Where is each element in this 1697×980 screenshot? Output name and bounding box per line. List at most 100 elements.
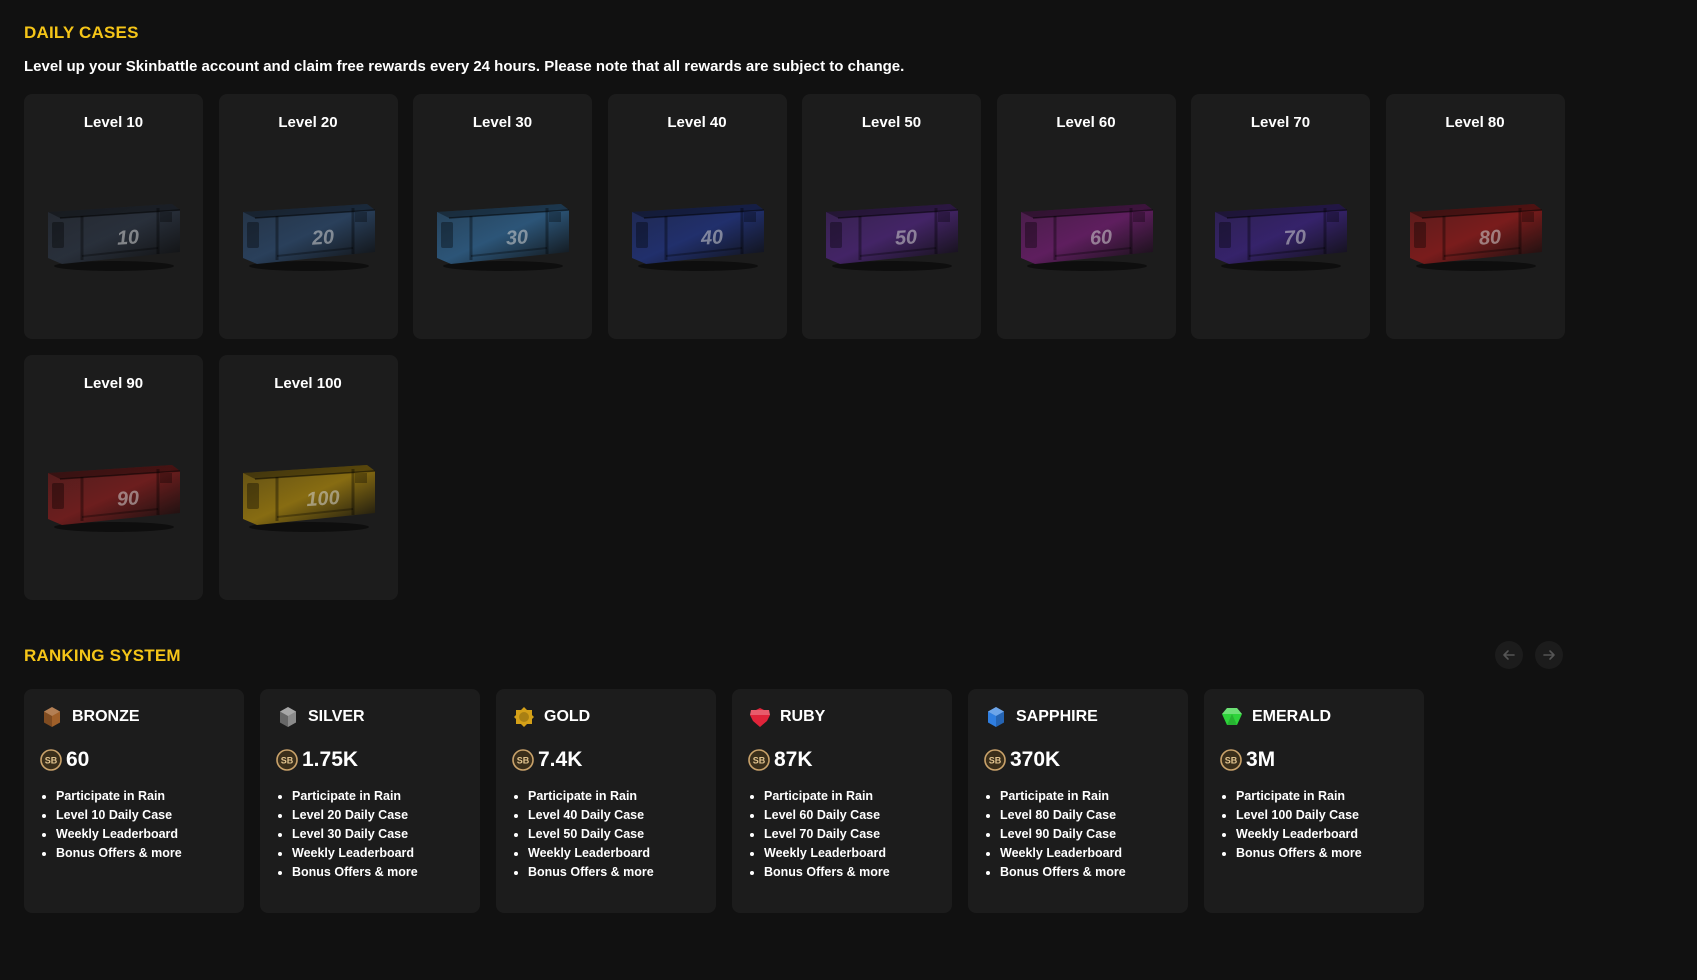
rank-card-bronze: BRONZE SB 60 Participate in RainLevel 10 Da…: [24, 689, 244, 913]
rank-perk-item: Bonus Offers & more: [1000, 863, 1172, 882]
rank-threshold: SB 370K: [984, 747, 1172, 773]
rank-perk-item: Participate in Rain: [1000, 787, 1172, 806]
case-image: 70: [1209, 192, 1353, 272]
rank-perk-item: Level 80 Daily Case: [1000, 806, 1172, 825]
rank-threshold: SB 60: [40, 747, 228, 773]
rank-perk-item: Participate in Rain: [292, 787, 464, 806]
rank-threshold-value: 87K: [774, 748, 813, 771]
rank-perk-item: Level 50 Daily Case: [528, 825, 700, 844]
daily-cases-title: DAILY CASES: [24, 23, 139, 42]
weapon-case-icon: 90: [48, 465, 181, 532]
case-number-text: 60: [1089, 226, 1113, 249]
rank-perk-item: Weekly Leaderboard: [292, 844, 464, 863]
sb-coin-icon: SB: [748, 749, 770, 771]
case-number-text: 20: [310, 226, 335, 250]
case-number-text: 10: [116, 226, 140, 249]
rank-name: RUBY: [780, 708, 826, 725]
rank-perk-item: Participate in Rain: [56, 787, 228, 806]
weapon-case-icon: 80: [1409, 204, 1542, 271]
gold-gem-icon: [514, 707, 534, 727]
rank-threshold-value: 7.4K: [538, 748, 583, 771]
case-image: 10: [42, 192, 186, 272]
case-image: 80: [1404, 192, 1548, 272]
case-image: 20: [237, 192, 381, 272]
daily-case-card[interactable]: Level 20 20: [218, 94, 398, 339]
case-level-label: Level 100: [274, 375, 342, 392]
rank-threshold-value: 1.75K: [302, 748, 359, 771]
rank-perk-item: Participate in Rain: [1236, 787, 1408, 806]
svg-text:SB: SB: [1225, 756, 1238, 766]
daily-case-card[interactable]: Level 90 90: [24, 355, 203, 600]
rank-name: BRONZE: [72, 708, 140, 725]
case-level-label: Level 90: [83, 375, 144, 392]
daily-case-card[interactable]: Level 10 10: [24, 94, 203, 339]
rank-perk-item: Level 70 Daily Case: [764, 825, 936, 844]
daily-case-card[interactable]: Level 80 80: [1385, 94, 1565, 339]
rank-name: EMERALD: [1252, 708, 1332, 725]
weapon-case-icon: 60: [1020, 204, 1153, 271]
case-image: 50: [820, 192, 964, 272]
case-image: 90: [42, 453, 186, 533]
ranking-system-title: RANKING SYSTEM: [24, 646, 181, 665]
case-level-label: Level 80: [1445, 114, 1505, 131]
daily-case-card[interactable]: Level 30 30: [413, 94, 592, 339]
daily-case-card[interactable]: Level 70 70: [1191, 94, 1370, 339]
rank-perk-item: Level 90 Daily Case: [1000, 825, 1172, 844]
daily-case-card[interactable]: Level 100 100: [218, 355, 398, 600]
svg-text:SB: SB: [753, 756, 766, 766]
case-level-label: Level 50: [861, 114, 922, 131]
weapon-case-icon: 20: [242, 204, 375, 271]
rank-perk-item: Participate in Rain: [764, 787, 936, 806]
carousel-prev-button[interactable]: [1495, 641, 1523, 669]
ranking-carousel-nav: [1495, 641, 1563, 669]
daily-case-card[interactable]: Level 40 40: [607, 94, 787, 339]
rank-perk-item: Level 100 Daily Case: [1236, 806, 1408, 825]
rank-header: GOLD: [512, 705, 700, 729]
bronze-gem-icon: [44, 707, 60, 727]
ranking-cards-row: BRONZESB60Participate in RainLevel 10 Da…: [24, 689, 1424, 913]
weapon-case-icon: 50: [826, 204, 959, 271]
rank-card-gold: GOLD SB 7.4K Participate in RainLevel 40 Da…: [496, 689, 716, 913]
sb-coin-icon: SB: [1220, 749, 1242, 771]
case-number-text: 50: [894, 226, 918, 249]
daily-case-card[interactable]: Level 60 60: [996, 94, 1176, 339]
rank-perks-list: Participate in RainLevel 20 Daily CaseLe…: [276, 787, 464, 882]
rank-card-ruby: RUBY SB 87K Participate in RainLevel 60 Dai…: [732, 689, 952, 913]
svg-text:SB: SB: [989, 756, 1002, 766]
case-number-text: 40: [699, 226, 724, 250]
daily-cases-grid: Level 10 10 Level 20 20 Level 30 30 Level 40 40…: [24, 94, 1565, 600]
weapon-case-icon: 70: [1215, 204, 1348, 271]
weapon-case-icon: 10: [48, 204, 181, 271]
rank-perk-item: Weekly Leaderboard: [1000, 844, 1172, 863]
svg-text:SB: SB: [45, 756, 58, 766]
silver-gem-icon: [280, 707, 296, 727]
case-level-label: Level 10: [83, 114, 144, 131]
sb-coin-icon: SB: [40, 749, 62, 771]
rank-header: BRONZE: [40, 705, 228, 729]
ruby-gem-icon: [750, 708, 770, 727]
rank-name: GOLD: [544, 708, 591, 725]
weapon-case-icon: 30: [437, 204, 570, 271]
rank-threshold-value: 60: [66, 748, 90, 771]
svg-text:SB: SB: [281, 756, 294, 766]
rank-perks-list: Participate in RainLevel 80 Daily CaseLe…: [984, 787, 1172, 882]
rank-perk-item: Participate in Rain: [528, 787, 700, 806]
sb-coin-icon: SB: [276, 749, 298, 771]
rank-perk-item: Bonus Offers & more: [1236, 844, 1408, 863]
sapphire-gem-icon: [988, 707, 1004, 727]
svg-text:SB: SB: [517, 756, 530, 766]
case-level-label: Level 20: [278, 114, 338, 131]
rank-threshold: SB 1.75K: [276, 747, 464, 773]
rank-threshold-value: 370K: [1010, 748, 1061, 771]
rank-perk-item: Level 40 Daily Case: [528, 806, 700, 825]
rank-card-emerald: EMERALD SB 3M Participate in RainLevel 100 …: [1204, 689, 1424, 913]
rank-threshold-value: 3M: [1246, 748, 1276, 771]
daily-case-card[interactable]: Level 50 50: [802, 94, 981, 339]
rank-perks-list: Participate in RainLevel 40 Daily CaseLe…: [512, 787, 700, 882]
case-number-text: 80: [1478, 226, 1502, 249]
rank-perk-item: Bonus Offers & more: [292, 863, 464, 882]
weapon-case-icon: 100: [242, 465, 375, 532]
rank-perk-item: Weekly Leaderboard: [1236, 825, 1408, 844]
carousel-next-button[interactable]: [1535, 641, 1563, 669]
rank-threshold: SB 7.4K: [512, 747, 700, 773]
